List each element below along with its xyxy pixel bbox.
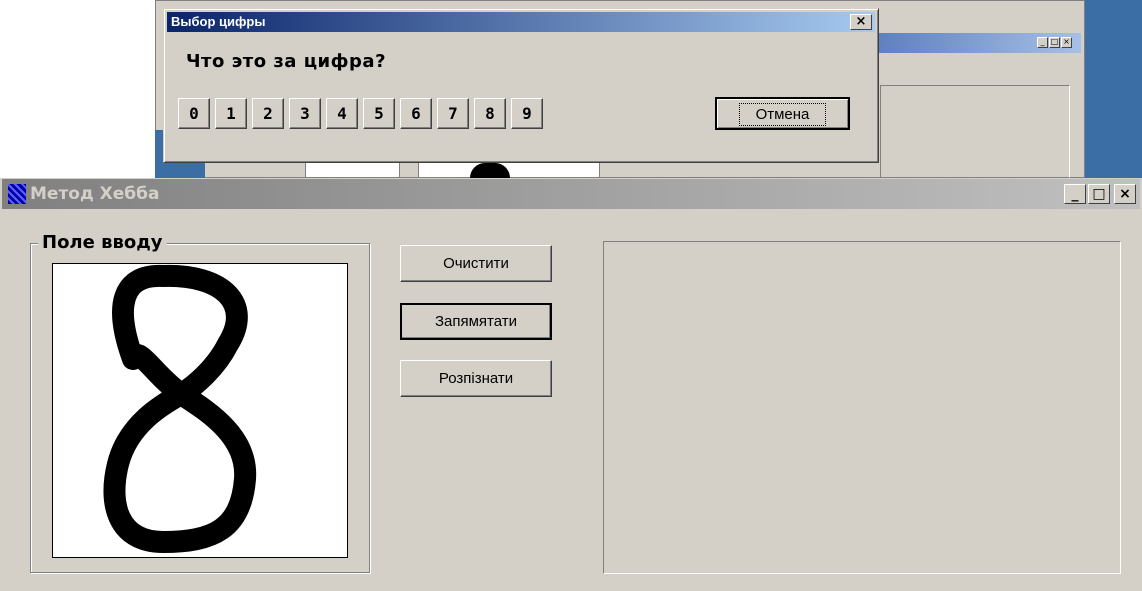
background-panel	[880, 85, 1070, 178]
close-icon[interactable]: ×	[1061, 37, 1072, 48]
maximize-icon[interactable]: □	[1088, 184, 1110, 204]
input-group-label: Поле вводу	[38, 232, 167, 253]
dialog-titlebar[interactable]: Выбор цифры	[167, 12, 875, 32]
digit-button-5[interactable]: 5	[363, 98, 395, 129]
digit-button-7[interactable]: 7	[437, 98, 469, 129]
digit-buttons: 0 1 2 3 4 5 6 7 8 9	[178, 98, 543, 129]
dialog-title: Выбор цифры	[171, 14, 266, 29]
digit-choice-dialog: Выбор цифры × Что это за цифра? 0 1 2 3 …	[163, 8, 879, 163]
background-window-controls: _ □ ×	[1037, 37, 1072, 48]
recognize-button[interactable]: Розпізнати	[400, 360, 552, 397]
dialog-question: Что это за цифра?	[186, 51, 387, 72]
main-window: Метод Хебба _ □ × Поле вводу Очистити За…	[0, 178, 1142, 591]
cancel-button-label: Отмена	[738, 103, 827, 126]
desktop-background	[1082, 0, 1142, 178]
window-controls: _ □ ×	[1064, 184, 1136, 204]
clear-button[interactable]: Очистити	[400, 245, 552, 282]
maximize-icon[interactable]: □	[1049, 37, 1060, 48]
main-window-titlebar[interactable]: Метод Хебба _ □ ×	[2, 179, 1140, 209]
minimize-icon[interactable]: _	[1037, 37, 1048, 48]
minimize-icon[interactable]: _	[1064, 184, 1086, 204]
drawn-digit-eight	[103, 264, 257, 553]
close-icon[interactable]: ×	[1114, 184, 1136, 204]
drawing-canvas[interactable]	[52, 263, 348, 558]
background-drawing	[470, 163, 510, 178]
digit-button-9[interactable]: 9	[511, 98, 543, 129]
digit-button-4[interactable]: 4	[326, 98, 358, 129]
digit-button-6[interactable]: 6	[400, 98, 432, 129]
results-panel	[603, 241, 1121, 574]
app-icon	[8, 184, 26, 204]
memorize-button[interactable]: Запямятати	[400, 303, 552, 340]
close-icon[interactable]: ×	[850, 14, 872, 30]
digit-button-0[interactable]: 0	[178, 98, 210, 129]
cancel-button[interactable]: Отмена	[715, 97, 850, 130]
window-title: Метод Хебба	[30, 184, 160, 204]
digit-button-2[interactable]: 2	[252, 98, 284, 129]
digit-button-3[interactable]: 3	[289, 98, 321, 129]
digit-button-8[interactable]: 8	[474, 98, 506, 129]
digit-button-1[interactable]: 1	[215, 98, 247, 129]
